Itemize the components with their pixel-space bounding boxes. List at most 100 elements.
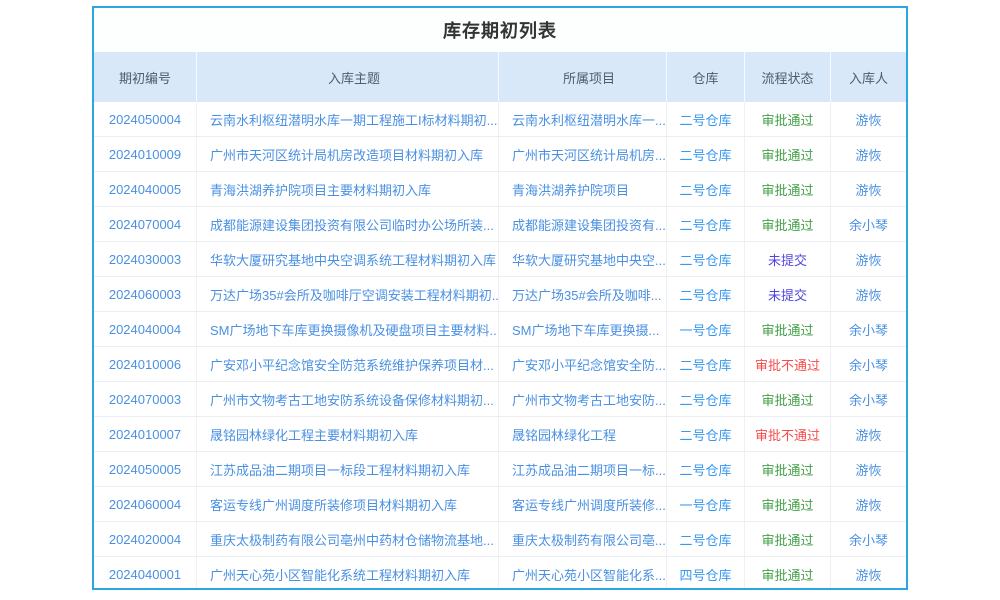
cell-project-link[interactable]: 晟铭园林绿化工程 bbox=[499, 417, 667, 451]
page-title: 库存期初列表 bbox=[94, 8, 906, 52]
cell-warehouse: 二号仓库 bbox=[667, 172, 745, 206]
cell-project-link[interactable]: 云南水利枢纽潜明水库一... bbox=[499, 102, 667, 136]
cell-initial-number-link[interactable]: 2024010007 bbox=[94, 417, 197, 451]
cell-project-link[interactable]: 广安邓小平纪念馆安全防... bbox=[499, 347, 667, 381]
cell-inbound-person: 余小琴 bbox=[831, 347, 906, 381]
cell-inbound-subject-link[interactable]: 广州市天河区统计局机房改造项目材料期初入库 bbox=[197, 137, 499, 171]
inventory-table: 期初编号 入库主题 所属项目 仓库 流程状态 入库人 2024050004 云南… bbox=[94, 52, 906, 590]
cell-inbound-person: 游恢 bbox=[831, 557, 906, 590]
cell-inbound-subject-link[interactable]: 广州市文物考古工地安防系统设备保修材料期初... bbox=[197, 382, 499, 416]
cell-initial-number-link[interactable]: 2024050005 bbox=[94, 452, 197, 486]
cell-inbound-person: 游恢 bbox=[831, 417, 906, 451]
cell-warehouse: 四号仓库 bbox=[667, 557, 745, 590]
table-row: 2024060003 万达广场35#会所及咖啡厅空调安装工程材料期初... 万达… bbox=[94, 277, 906, 312]
table-row: 2024070004 成都能源建设集团投资有限公司临时办公场所装... 成都能源… bbox=[94, 207, 906, 242]
cell-warehouse: 二号仓库 bbox=[667, 242, 745, 276]
cell-inbound-person: 游恢 bbox=[831, 277, 906, 311]
cell-inbound-person: 余小琴 bbox=[831, 312, 906, 346]
header-inbound-person: 入库人 bbox=[831, 52, 906, 102]
cell-inbound-subject-link[interactable]: 晟铭园林绿化工程主要材料期初入库 bbox=[197, 417, 499, 451]
table-row: 2024050004 云南水利枢纽潜明水库一期工程施工I标材料期初... 云南水… bbox=[94, 102, 906, 137]
cell-project-link[interactable]: 重庆太极制药有限公司亳... bbox=[499, 522, 667, 556]
cell-inbound-person: 游恢 bbox=[831, 137, 906, 171]
header-project: 所属项目 bbox=[499, 52, 667, 102]
cell-initial-number-link[interactable]: 2024010006 bbox=[94, 347, 197, 381]
cell-initial-number-link[interactable]: 2024020004 bbox=[94, 522, 197, 556]
cell-warehouse: 二号仓库 bbox=[667, 382, 745, 416]
table-row: 2024040001 广州天心苑小区智能化系统工程材料期初入库 广州天心苑小区智… bbox=[94, 557, 906, 590]
table-body: 2024050004 云南水利枢纽潜明水库一期工程施工I标材料期初... 云南水… bbox=[94, 102, 906, 590]
cell-warehouse: 一号仓库 bbox=[667, 487, 745, 521]
cell-flow-status: 审批通过 bbox=[745, 207, 831, 241]
cell-initial-number-link[interactable]: 2024060003 bbox=[94, 277, 197, 311]
table-row: 2024010009 广州市天河区统计局机房改造项目材料期初入库 广州市天河区统… bbox=[94, 137, 906, 172]
cell-warehouse: 二号仓库 bbox=[667, 277, 745, 311]
cell-inbound-subject-link[interactable]: 青海洪湖养护院项目主要材料期初入库 bbox=[197, 172, 499, 206]
cell-flow-status: 审批通过 bbox=[745, 452, 831, 486]
header-initial-number: 期初编号 bbox=[94, 52, 197, 102]
cell-flow-status: 审批不通过 bbox=[745, 347, 831, 381]
cell-warehouse: 二号仓库 bbox=[667, 522, 745, 556]
cell-inbound-person: 游恢 bbox=[831, 452, 906, 486]
cell-flow-status: 审批通过 bbox=[745, 382, 831, 416]
cell-warehouse: 二号仓库 bbox=[667, 207, 745, 241]
table-row: 2024040004 SM广场地下车库更换摄像机及硬盘项目主要材料... SM广… bbox=[94, 312, 906, 347]
cell-flow-status: 审批通过 bbox=[745, 172, 831, 206]
table-row: 2024030003 华软大厦研究基地中央空调系统工程材料期初入库 华软大厦研究… bbox=[94, 242, 906, 277]
cell-inbound-person: 游恢 bbox=[831, 487, 906, 521]
table-row: 2024070003 广州市文物考古工地安防系统设备保修材料期初... 广州市文… bbox=[94, 382, 906, 417]
cell-initial-number-link[interactable]: 2024040005 bbox=[94, 172, 197, 206]
cell-inbound-person: 余小琴 bbox=[831, 207, 906, 241]
cell-inbound-subject-link[interactable]: 广安邓小平纪念馆安全防范系统维护保养项目材... bbox=[197, 347, 499, 381]
header-warehouse: 仓库 bbox=[667, 52, 745, 102]
cell-project-link[interactable]: 广州天心苑小区智能化系... bbox=[499, 557, 667, 590]
cell-project-link[interactable]: 成都能源建设集团投资有... bbox=[499, 207, 667, 241]
cell-project-link[interactable]: SM广场地下车库更换摄... bbox=[499, 312, 667, 346]
cell-project-link[interactable]: 青海洪湖养护院项目 bbox=[499, 172, 667, 206]
cell-initial-number-link[interactable]: 2024040001 bbox=[94, 557, 197, 590]
cell-inbound-person: 游恢 bbox=[831, 102, 906, 136]
cell-flow-status: 审批通过 bbox=[745, 557, 831, 590]
cell-initial-number-link[interactable]: 2024070004 bbox=[94, 207, 197, 241]
cell-warehouse: 二号仓库 bbox=[667, 102, 745, 136]
cell-warehouse: 二号仓库 bbox=[667, 137, 745, 171]
cell-project-link[interactable]: 华软大厦研究基地中央空... bbox=[499, 242, 667, 276]
header-inbound-subject: 入库主题 bbox=[197, 52, 499, 102]
cell-warehouse: 一号仓库 bbox=[667, 312, 745, 346]
cell-project-link[interactable]: 广州市天河区统计局机房... bbox=[499, 137, 667, 171]
cell-inbound-subject-link[interactable]: SM广场地下车库更换摄像机及硬盘项目主要材料... bbox=[197, 312, 499, 346]
cell-inbound-subject-link[interactable]: 华软大厦研究基地中央空调系统工程材料期初入库 bbox=[197, 242, 499, 276]
cell-project-link[interactable]: 客运专线广州调度所装修... bbox=[499, 487, 667, 521]
cell-warehouse: 二号仓库 bbox=[667, 417, 745, 451]
cell-initial-number-link[interactable]: 2024030003 bbox=[94, 242, 197, 276]
inventory-panel: 库存期初列表 期初编号 入库主题 所属项目 仓库 流程状态 入库人 202405… bbox=[92, 6, 908, 590]
table-row: 2024010006 广安邓小平纪念馆安全防范系统维护保养项目材... 广安邓小… bbox=[94, 347, 906, 382]
cell-warehouse: 二号仓库 bbox=[667, 452, 745, 486]
cell-flow-status: 审批通过 bbox=[745, 522, 831, 556]
cell-project-link[interactable]: 江苏成品油二期项目一标... bbox=[499, 452, 667, 486]
cell-project-link[interactable]: 万达广场35#会所及咖啡... bbox=[499, 277, 667, 311]
table-row: 2024060004 客运专线广州调度所装修项目材料期初入库 客运专线广州调度所… bbox=[94, 487, 906, 522]
cell-flow-status: 审批不通过 bbox=[745, 417, 831, 451]
table-header-row: 期初编号 入库主题 所属项目 仓库 流程状态 入库人 bbox=[94, 52, 906, 102]
cell-inbound-subject-link[interactable]: 广州天心苑小区智能化系统工程材料期初入库 bbox=[197, 557, 499, 590]
cell-initial-number-link[interactable]: 2024070003 bbox=[94, 382, 197, 416]
header-flow-status: 流程状态 bbox=[745, 52, 831, 102]
cell-flow-status: 审批通过 bbox=[745, 137, 831, 171]
cell-initial-number-link[interactable]: 2024050004 bbox=[94, 102, 197, 136]
cell-initial-number-link[interactable]: 2024040004 bbox=[94, 312, 197, 346]
cell-inbound-subject-link[interactable]: 万达广场35#会所及咖啡厅空调安装工程材料期初... bbox=[197, 277, 499, 311]
cell-inbound-subject-link[interactable]: 客运专线广州调度所装修项目材料期初入库 bbox=[197, 487, 499, 521]
cell-inbound-subject-link[interactable]: 云南水利枢纽潜明水库一期工程施工I标材料期初... bbox=[197, 102, 499, 136]
cell-project-link[interactable]: 广州市文物考古工地安防... bbox=[499, 382, 667, 416]
cell-inbound-person: 余小琴 bbox=[831, 382, 906, 416]
cell-initial-number-link[interactable]: 2024010009 bbox=[94, 137, 197, 171]
cell-flow-status: 未提交 bbox=[745, 242, 831, 276]
table-row: 2024010007 晟铭园林绿化工程主要材料期初入库 晟铭园林绿化工程 二号仓… bbox=[94, 417, 906, 452]
cell-inbound-subject-link[interactable]: 成都能源建设集团投资有限公司临时办公场所装... bbox=[197, 207, 499, 241]
cell-inbound-person: 游恢 bbox=[831, 242, 906, 276]
cell-initial-number-link[interactable]: 2024060004 bbox=[94, 487, 197, 521]
cell-inbound-person: 游恢 bbox=[831, 172, 906, 206]
cell-inbound-subject-link[interactable]: 江苏成品油二期项目一标段工程材料期初入库 bbox=[197, 452, 499, 486]
cell-inbound-subject-link[interactable]: 重庆太极制药有限公司亳州中药材仓储物流基地... bbox=[197, 522, 499, 556]
